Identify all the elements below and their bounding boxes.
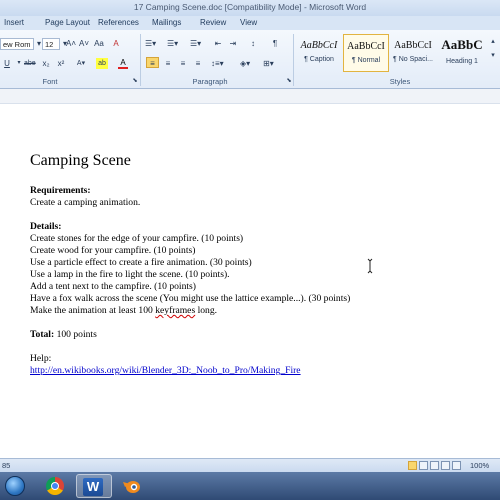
font-dialog-launcher-icon[interactable]: ⬊ — [130, 76, 140, 87]
increase-indent-button[interactable]: ⇥ — [228, 38, 238, 49]
style-heading-1[interactable]: AaBbC Heading 1 — [437, 34, 487, 72]
view-buttons — [408, 461, 463, 472]
ribbon-tabs: Insert Page Layout References Mailings R… — [0, 16, 500, 30]
clear-formatting-button[interactable]: A — [111, 38, 121, 49]
align-right-button[interactable]: ≡ — [178, 58, 188, 69]
taskbar-spacer — [38, 474, 72, 498]
document-heading: Camping Scene — [30, 152, 131, 169]
document-page[interactable]: Camping Scene Requirements: Create a cam… — [30, 150, 480, 377]
help-label: Help: — [30, 353, 52, 364]
font-color-button[interactable]: A — [118, 58, 128, 69]
taskbar: W — [0, 472, 500, 500]
total-value: 100 points — [54, 329, 97, 340]
word-icon: W — [83, 478, 103, 496]
font-size-value: 12 — [45, 40, 54, 49]
total-line: Total: 100 points — [30, 329, 480, 341]
style-sample: AaBbCcI — [300, 40, 338, 51]
styles-scroll-up-icon[interactable]: ▴ — [488, 36, 498, 47]
detail-line: Add a tent next to the campfire. (10 poi… — [30, 281, 196, 292]
detail-line: Use a particle effect to create a fire a… — [30, 257, 252, 268]
tab-mailings[interactable]: Mailings — [152, 18, 181, 27]
style-sample: AaBbCcI — [394, 40, 432, 51]
text-cursor-icon — [367, 258, 373, 274]
tab-view[interactable]: View — [240, 18, 257, 27]
grow-font-button[interactable]: A˄ — [66, 38, 76, 49]
styles-scroll-down-icon[interactable]: ▾ — [488, 50, 498, 61]
change-case-button[interactable]: Aa — [94, 38, 104, 49]
text-effects-button[interactable]: A▾ — [76, 58, 86, 69]
help-link[interactable]: http://en.wikibooks.org/wiki/Blender_3D:… — [30, 365, 301, 376]
ribbon: ew Rom ▾ 12 ▾ A˄ A˅ Aa A U ▾ abe x₂ x² A… — [0, 30, 500, 89]
draft-view-button[interactable] — [452, 461, 461, 470]
tab-insert[interactable]: Insert — [4, 18, 24, 27]
detail-text: Make the animation at least 100 — [30, 305, 156, 316]
window-title: 17 Camping Scene.doc [Compatibility Mode… — [133, 2, 367, 12]
underline-button[interactable]: U — [2, 58, 12, 69]
details-label: Details: — [30, 221, 62, 232]
decrease-indent-button[interactable]: ⇤ — [213, 38, 223, 49]
borders-button[interactable]: ⊞▾ — [263, 58, 274, 69]
group-separator — [140, 34, 141, 86]
requirements-text: Create a camping animation. — [30, 197, 141, 208]
page-count-status[interactable]: 85 — [2, 461, 10, 470]
highlight-button[interactable]: ab — [96, 58, 108, 69]
style-no-spacing[interactable]: AaBbCcI ¶ No Spaci... — [390, 34, 436, 72]
group-separator — [293, 34, 294, 86]
subscript-button[interactable]: x₂ — [41, 58, 51, 69]
print-layout-view-button[interactable] — [408, 461, 417, 470]
zoom-level[interactable]: 100% — [470, 461, 489, 470]
font-name-value: ew Rom — [3, 40, 31, 49]
style-sample: AaBbCcI — [347, 41, 385, 52]
align-left-button[interactable]: ≡ — [146, 57, 159, 68]
detail-line: Use a lamp in the fire to light the scen… — [30, 269, 230, 280]
shrink-font-button[interactable]: A˅ — [79, 38, 89, 49]
superscript-button[interactable]: x² — [56, 58, 66, 69]
paragraph-group-label: Paragraph — [192, 77, 228, 86]
detail-text: long. — [195, 305, 218, 316]
font-size-box[interactable]: 12 — [42, 38, 60, 50]
start-button[interactable] — [2, 474, 28, 498]
justify-button[interactable]: ≡ — [193, 58, 203, 69]
font-group-label: Font — [42, 77, 58, 86]
strikethrough-button[interactable]: abe — [24, 58, 36, 69]
style-caption[interactable]: AaBbCcI ¶ Caption — [296, 34, 342, 72]
style-sample: AaBbC — [441, 37, 483, 52]
full-screen-view-button[interactable] — [419, 461, 428, 470]
ruler-area — [0, 89, 500, 104]
tab-page-layout[interactable]: Page Layout — [45, 18, 90, 27]
outline-view-button[interactable] — [441, 461, 450, 470]
requirements-label: Requirements: — [30, 185, 91, 196]
style-name: ¶ Caption — [304, 56, 334, 63]
style-name: Heading 1 — [446, 58, 478, 65]
detail-line: Create wood for your campfire. (10 point… — [30, 245, 196, 256]
shading-button[interactable]: ◈▾ — [240, 58, 250, 69]
align-center-button[interactable]: ≡ — [163, 58, 173, 69]
status-bar: 85 100% — [0, 458, 500, 473]
tab-review[interactable]: Review — [200, 18, 226, 27]
total-label: Total: — [30, 329, 55, 340]
taskbar-blender-button[interactable] — [116, 474, 150, 498]
windows-orb-icon — [5, 476, 25, 496]
web-layout-view-button[interactable] — [430, 461, 439, 470]
font-name-box[interactable]: ew Rom — [0, 38, 34, 50]
show-marks-button[interactable]: ¶ — [270, 38, 280, 49]
bullets-button[interactable]: ☰▾ — [145, 38, 156, 49]
detail-line: Have a fox walk across the scene (You mi… — [30, 293, 351, 304]
style-name: ¶ No Spaci... — [393, 56, 433, 63]
numbering-button[interactable]: ☰▾ — [167, 38, 178, 49]
multilevel-list-button[interactable]: ☰▾ — [190, 38, 201, 49]
underline-dropdown-icon[interactable]: ▾ — [14, 58, 24, 69]
style-name: ¶ Normal — [351, 57, 381, 64]
tab-references[interactable]: References — [98, 18, 139, 27]
style-normal[interactable]: AaBbCcI ¶ Normal — [343, 34, 389, 72]
sort-button[interactable]: ↕ — [248, 38, 258, 49]
styles-group-label: Styles — [389, 77, 411, 86]
detail-line: Create stones for the edge of your campf… — [30, 233, 244, 244]
title-bar: 17 Camping Scene.doc [Compatibility Mode… — [0, 0, 500, 16]
detail-line-last: Make the animation at least 100 keyframe… — [30, 305, 480, 317]
taskbar-word-button[interactable]: W — [76, 474, 112, 498]
spelling-error-word[interactable]: keyframes — [155, 305, 195, 316]
blender-icon — [123, 481, 140, 493]
line-spacing-button[interactable]: ↕≡▾ — [211, 58, 224, 69]
